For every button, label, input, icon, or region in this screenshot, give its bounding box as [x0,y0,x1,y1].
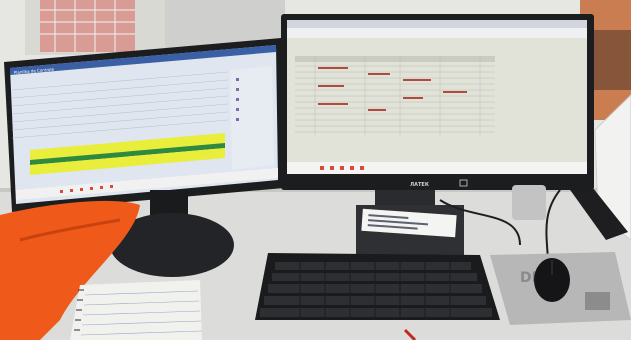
right-monitor-brand: ЛАТЕК [410,182,430,188]
desk-photo-scene: Planilha de Controle ЛАТЕК DE [0,0,631,340]
window-grid-red [40,0,135,52]
right-sheet-header-row [295,56,495,62]
desk-speaker [512,185,546,220]
right-window-toolbar [287,28,587,38]
notepad [70,280,202,340]
right-browser-tabs [287,20,587,28]
right-monitor-screen [287,20,587,174]
mousepad-graphic [585,292,610,310]
